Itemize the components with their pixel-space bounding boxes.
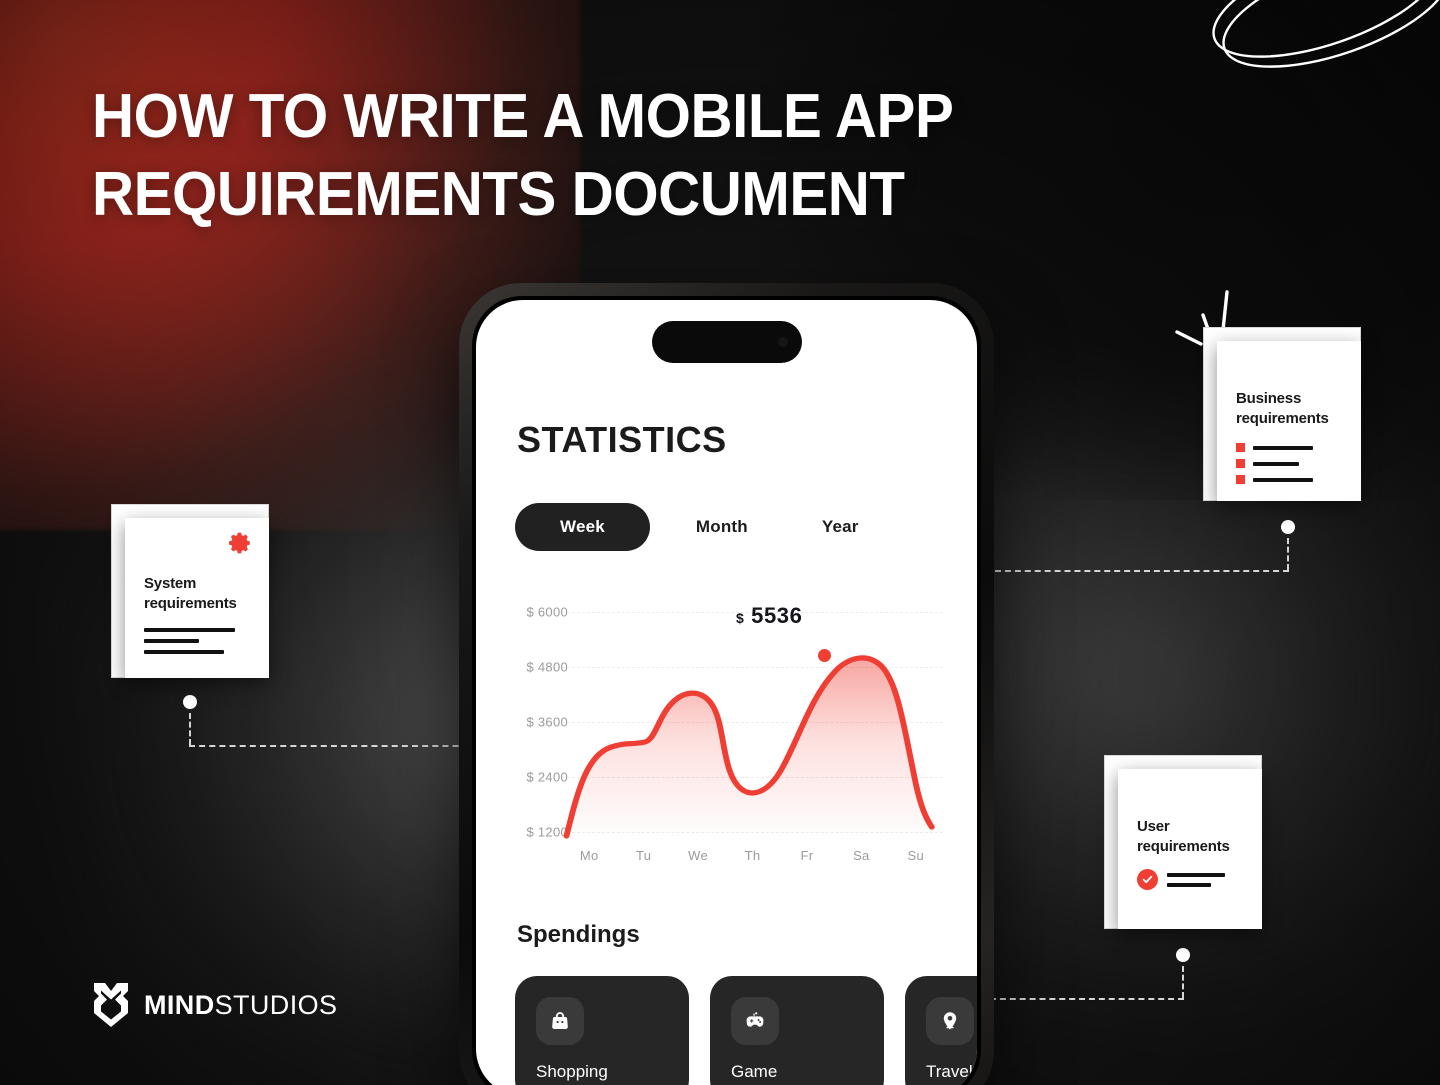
connector-vertical <box>1287 538 1289 570</box>
tab-year[interactable]: Year <box>822 517 859 537</box>
chart-series <box>563 655 935 841</box>
spending-card-label: Shopping <box>536 1062 608 1081</box>
ellipse-doodle-icon <box>1212 0 1440 68</box>
spending-card-label: Game <box>731 1062 778 1081</box>
text-line <box>1236 443 1313 452</box>
connector-vertical <box>189 713 191 745</box>
card-title-line-1: Business <box>1236 390 1302 407</box>
app-title: STATISTICS <box>517 419 727 460</box>
card-text-lines <box>144 628 235 654</box>
x-tick: Fr <box>800 848 814 863</box>
text-line <box>1167 882 1211 887</box>
brand-name-secondary: STUDIOS <box>214 989 338 1020</box>
dynamic-island <box>651 321 802 363</box>
connector-dot <box>183 695 197 709</box>
connector-user-requirements <box>990 948 1190 1008</box>
card-title-line-2: requirements <box>1137 838 1230 855</box>
spendings-title: Spendings <box>517 921 640 948</box>
card-title-line-1: User <box>1137 818 1170 835</box>
spendings-cards: Shopping Game Travel <box>515 976 977 1085</box>
paper-front-sheet: System requirements <box>125 518 269 678</box>
highlight-value: 5536 <box>751 603 803 628</box>
brand-logo-text: MINDSTUDIOS <box>144 990 337 1021</box>
text-line <box>1236 475 1313 484</box>
location-pin-icon <box>926 997 974 1045</box>
connector-horizontal <box>990 998 1184 1000</box>
x-tick: Su <box>907 848 924 863</box>
card-system-requirements[interactable]: System requirements <box>111 504 269 678</box>
x-tick: Mo <box>579 848 599 863</box>
statistics-chart: $ 6000 $ 4800 $ 3600 $ 2400 $ 1200 $ 553… <box>490 603 967 885</box>
x-tick: We <box>688 848 708 863</box>
headline-line-1: HOW TO WRITE A MOBILE APP <box>92 82 954 151</box>
card-title-line-2: requirements <box>144 595 237 612</box>
period-tabs: Week Month Year <box>515 503 953 551</box>
connector-business-requirements <box>995 520 1295 580</box>
mind-studios-shield-icon <box>94 983 128 1027</box>
front-camera-icon <box>777 337 788 347</box>
tab-week[interactable]: Week <box>515 503 650 551</box>
text-line <box>1167 872 1225 877</box>
currency-symbol: $ <box>736 610 745 626</box>
card-title: System requirements <box>144 574 237 614</box>
bullet-icon <box>1236 475 1245 484</box>
paper-front-sheet: Business requirements <box>1217 341 1361 501</box>
y-axis-labels: $ 6000 $ 4800 $ 3600 $ 2400 $ 1200 <box>496 605 568 840</box>
connector-dot <box>1281 520 1295 534</box>
x-tick: Th <box>744 848 761 863</box>
card-user-requirements[interactable]: User requirements <box>1104 755 1262 929</box>
text-line <box>1236 459 1313 468</box>
text-line <box>144 650 235 654</box>
bullet-icon <box>1236 443 1245 452</box>
phone-screen: STATISTICS Week Month Year $ 6000 $ 4800… <box>476 300 977 1085</box>
spending-card-label: Travel <box>926 1062 973 1081</box>
card-business-requirements[interactable]: Business requirements <box>1175 290 1361 501</box>
check-circle-icon <box>1137 869 1158 890</box>
headline-line-2: REQUIREMENTS DOCUMENT <box>92 160 905 229</box>
chart-highlight-label: $ 5536 <box>736 603 802 629</box>
brand-logo[interactable]: MINDSTUDIOS <box>92 981 337 1029</box>
connector-horizontal <box>995 570 1289 572</box>
chart-plot-area: $ 5536 <box>562 603 943 841</box>
connector-vertical <box>1182 966 1184 998</box>
gear-icon <box>229 532 250 554</box>
text-line <box>144 628 235 632</box>
card-text-lines <box>1137 869 1225 890</box>
phone-bezel: STATISTICS Week Month Year $ 6000 $ 4800… <box>472 296 981 1085</box>
page-title: HOW TO WRITE A MOBILE APP REQUIREMENTS D… <box>92 78 1041 234</box>
card-title: Business requirements <box>1236 389 1329 429</box>
spending-card-shopping[interactable]: Shopping <box>515 976 689 1085</box>
tab-month[interactable]: Month <box>696 517 748 537</box>
x-axis-labels: Mo Tu We Th Fr Sa Su <box>562 848 943 863</box>
shopping-bag-icon <box>536 997 584 1045</box>
connector-dot <box>1176 948 1190 962</box>
card-text-lines <box>1236 443 1313 484</box>
card-title: User requirements <box>1137 817 1230 857</box>
gamepad-icon <box>731 997 779 1045</box>
spending-card-travel[interactable]: Travel <box>905 976 977 1085</box>
text-line <box>144 639 235 643</box>
brand-name-primary: MIND <box>144 989 215 1020</box>
chart-highlight-point[interactable] <box>812 643 836 667</box>
paper-front-sheet: User requirements <box>1118 769 1262 929</box>
connector-horizontal <box>189 745 489 747</box>
card-title-line-1: System <box>144 575 197 592</box>
x-tick: Sa <box>853 848 870 863</box>
x-tick: Tu <box>635 848 652 863</box>
card-title-line-2: requirements <box>1236 410 1329 427</box>
phone-mockup: STATISTICS Week Month Year $ 6000 $ 4800… <box>459 283 994 1085</box>
bullet-icon <box>1236 459 1245 468</box>
spending-card-game[interactable]: Game <box>710 976 884 1085</box>
connector-system-requirements <box>183 695 493 755</box>
